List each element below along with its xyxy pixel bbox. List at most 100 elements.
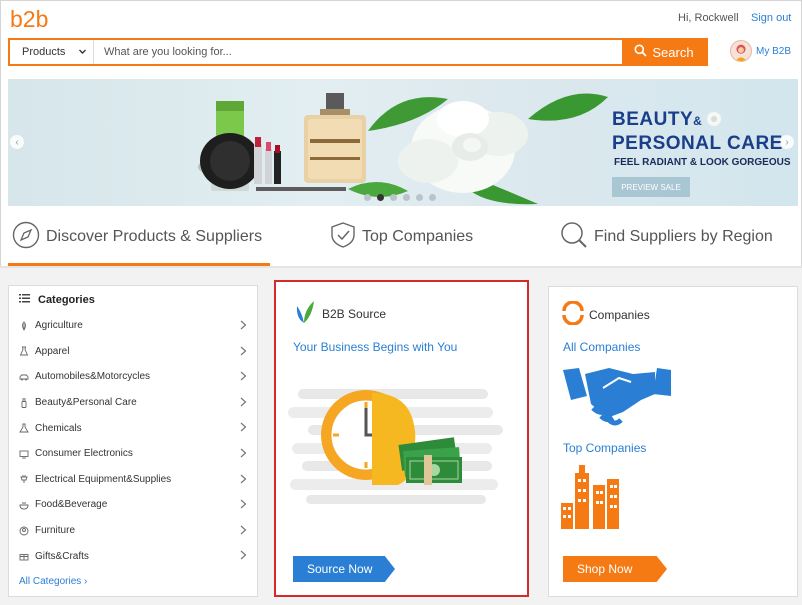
banner-title: BEAUTY&	[612, 109, 703, 130]
category-item-beauty[interactable]: Beauty&Personal Care	[9, 390, 257, 416]
leaf-logo-icon	[294, 300, 316, 327]
categories-panel: Categories Agriculture Apparel Automobil…	[8, 285, 258, 597]
tab-label: Discover Products & Suppliers	[46, 228, 263, 245]
gift-icon	[19, 551, 29, 561]
category-label: Electrical Equipment&Supplies	[35, 473, 172, 485]
category-label: Gifts&Crafts	[35, 550, 89, 562]
tv-icon	[19, 449, 29, 459]
category-item-furniture[interactable]: Furniture	[9, 518, 257, 544]
banner-dot[interactable]	[416, 194, 423, 201]
tab-label: Top Companies	[362, 228, 474, 245]
category-label: Chemicals	[35, 422, 82, 434]
banner-subtitle: FEEL RADIANT & LOOK GORGEOUS	[614, 157, 791, 168]
buildings-icon	[561, 465, 625, 531]
categories-list: Agriculture Apparel Automobiles&Motorcyc…	[9, 313, 257, 569]
all-categories-link[interactable]: All Categories ›	[19, 576, 87, 587]
promo-banner[interactable]: ‹ › BEAUTY& PERSONAL CARE FEEL RADIANT &…	[8, 79, 798, 206]
banner-dot-active[interactable]	[377, 194, 384, 201]
b2b-source-heading: B2B Source	[322, 306, 387, 321]
chevron-right-icon	[240, 448, 247, 461]
companies-panel: Companies All Companies Top Companies Sh…	[548, 286, 798, 597]
avatar	[730, 40, 752, 62]
banner-dot[interactable]	[403, 194, 410, 201]
leaf-icon	[19, 321, 29, 331]
handshake-icon	[563, 364, 673, 428]
all-companies-link[interactable]: All Companies	[563, 340, 640, 354]
chevron-right-icon	[240, 397, 247, 410]
search-input[interactable]	[94, 40, 622, 64]
top-companies-link[interactable]: Top Companies	[563, 441, 646, 455]
banner-dot[interactable]	[429, 194, 436, 201]
my-account-label: My B2B	[756, 45, 792, 57]
category-label: Automobiles&Motorcycles	[35, 371, 151, 383]
banner-title-line2: PERSONAL CARE	[612, 133, 783, 154]
chevron-down-icon	[78, 47, 87, 59]
greeting-text: Hi, Rockwell	[678, 12, 739, 24]
b2b-source-tagline: Your Business Begins with You	[293, 340, 458, 354]
category-item-chemicals[interactable]: Chemicals	[9, 415, 257, 441]
companies-logo-icon	[561, 300, 585, 328]
category-label: Furniture	[35, 525, 76, 537]
search-icon	[560, 221, 588, 254]
categories-heading: Categories	[38, 294, 95, 306]
tab-label: Find Suppliers by Region	[594, 228, 773, 245]
chevron-right-icon	[240, 550, 247, 563]
category-item-electrical[interactable]: Electrical Equipment&Supplies	[9, 467, 257, 493]
preview-sale-button[interactable]: PREVIEW SALE	[612, 177, 690, 197]
category-label: Apparel	[35, 345, 70, 357]
shop-now-button[interactable]: Shop Now	[563, 556, 667, 582]
chevron-right-icon	[240, 422, 247, 435]
list-icon	[19, 294, 30, 306]
search-bar: Products Search	[8, 38, 708, 66]
category-label: Food&Beverage	[35, 499, 108, 511]
category-item-apparel[interactable]: Apparel	[9, 339, 257, 365]
furniture-icon	[19, 526, 29, 536]
search-button-label: Search	[652, 44, 694, 60]
search-category-value: Products	[22, 46, 66, 58]
search-icon	[634, 44, 648, 60]
banner-prev-arrow[interactable]: ‹	[10, 135, 24, 149]
chevron-right-icon	[240, 499, 247, 512]
category-label: Consumer Electronics	[35, 448, 133, 460]
search-category-select[interactable]: Products	[10, 40, 94, 64]
time-money-illustration	[288, 385, 508, 505]
category-item-automobiles[interactable]: Automobiles&Motorcycles	[9, 364, 257, 390]
category-item-electronics[interactable]: Consumer Electronics	[9, 441, 257, 467]
main-tabs: Discover Products & Suppliers Top Compan…	[0, 207, 802, 267]
bottle-icon	[19, 397, 29, 408]
chevron-right-icon	[240, 320, 247, 333]
category-item-gifts[interactable]: Gifts&Crafts	[9, 543, 257, 569]
my-account-link[interactable]: My B2B	[730, 40, 791, 62]
chevron-right-icon	[240, 371, 247, 384]
search-button[interactable]: Search	[622, 40, 706, 64]
shield-check-icon	[330, 221, 356, 254]
companies-header: Companies	[561, 300, 650, 328]
dress-icon	[19, 346, 29, 356]
category-label: Beauty&Personal Care	[35, 397, 137, 409]
compass-icon	[12, 221, 40, 254]
category-label: Agriculture	[35, 320, 83, 332]
signout-link[interactable]: Sign out	[751, 12, 791, 24]
b2b-source-panel: B2B Source Your Business Begins with You	[274, 280, 529, 597]
flask-icon	[19, 423, 29, 433]
banner-dot[interactable]	[364, 194, 371, 201]
category-item-food[interactable]: Food&Beverage	[9, 492, 257, 518]
car-icon	[19, 372, 29, 382]
b2b-logo[interactable]: b2b	[10, 6, 62, 32]
tab-discover-products[interactable]: Discover Products & Suppliers	[12, 207, 262, 267]
chevron-right-icon	[240, 525, 247, 538]
plug-icon	[19, 474, 29, 484]
source-now-button[interactable]: Source Now	[293, 556, 395, 582]
chevron-right-icon	[240, 346, 247, 359]
category-item-agriculture[interactable]: Agriculture	[9, 313, 257, 339]
categories-header: Categories	[19, 294, 95, 306]
banner-dot[interactable]	[390, 194, 397, 201]
chevron-right-icon	[240, 474, 247, 487]
svg-text:b2b: b2b	[10, 6, 48, 32]
tab-top-companies[interactable]: Top Companies	[330, 207, 473, 267]
companies-heading: Companies	[589, 307, 650, 322]
b2b-source-header: B2B Source	[294, 300, 386, 327]
food-icon	[19, 500, 29, 510]
tab-find-suppliers[interactable]: Find Suppliers by Region	[560, 207, 773, 267]
banner-pagination	[364, 194, 436, 201]
